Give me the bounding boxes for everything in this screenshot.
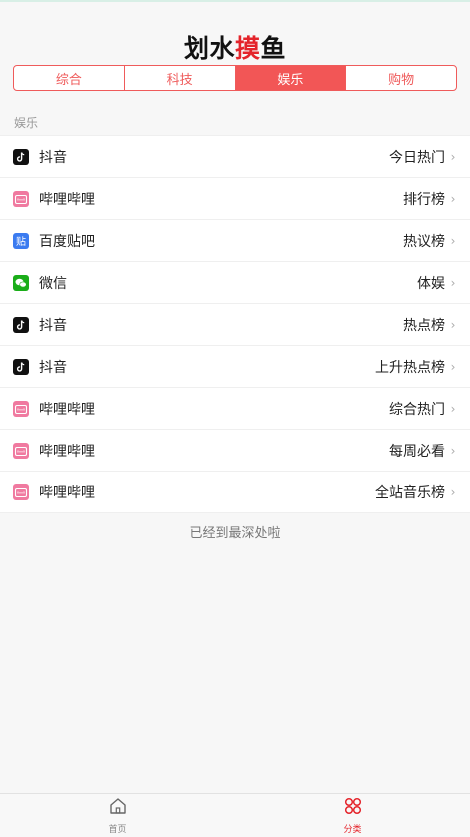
tab-shopping[interactable]: 购物 <box>346 66 456 90</box>
title-part: 划水 <box>183 34 235 63</box>
tabbar-category-label: 分类 <box>343 825 362 835</box>
wechat-icon <box>13 274 29 291</box>
ranking-list: 抖音 今日热门 › 哔哩哔哩 排行榜 › 贴百度贴吧 热议榜 › 微信 体娱 › 抖音 热点榜 › 抖音 上升热… <box>0 135 470 513</box>
home-icon <box>108 796 128 820</box>
douyin-icon <box>13 148 29 165</box>
chevron-right-icon: › <box>450 233 456 248</box>
chevron-right-icon: › <box>450 191 456 206</box>
bilibili-icon <box>13 484 29 500</box>
list-item[interactable]: 贴百度贴吧 热议榜 › <box>0 219 470 261</box>
category-icon <box>343 796 363 820</box>
end-of-list-note: 已经到最深处啦 <box>189 526 281 541</box>
list-item-board: 上升热点榜 <box>375 359 445 376</box>
chevron-right-icon: › <box>450 359 456 374</box>
title-part: 鱼 <box>260 34 287 63</box>
tieba-icon: 贴 <box>13 232 29 249</box>
title-highlight: 摸 <box>234 34 261 63</box>
section-label: 娱乐 <box>14 116 39 130</box>
list-item[interactable]: 哔哩哔哩 综合热门 › <box>0 387 470 429</box>
list-item-app: 微信 <box>39 275 67 292</box>
tab-entertainment[interactable]: 娱乐 <box>235 66 347 90</box>
list-item-app: 哔哩哔哩 <box>39 191 95 208</box>
list-item-board: 体娱 <box>417 275 445 292</box>
list-item-board: 热议榜 <box>403 233 445 250</box>
list-item-app: 哔哩哔哩 <box>39 401 95 418</box>
list-item[interactable]: 哔哩哔哩 全站音乐榜 › <box>0 471 470 513</box>
svg-text:贴: 贴 <box>16 235 26 248</box>
app-title: 划水摸鱼 <box>184 34 286 64</box>
list-item[interactable]: 哔哩哔哩 每周必看 › <box>0 429 470 471</box>
douyin-icon <box>13 316 29 333</box>
category-tabs: 综合 科技 娱乐 购物 <box>13 65 457 91</box>
chevron-right-icon: › <box>450 485 456 499</box>
chevron-right-icon: › <box>450 401 456 416</box>
list-item-board: 热点榜 <box>403 317 445 334</box>
list-item-board: 排行榜 <box>403 191 445 208</box>
list-item-app: 百度贴吧 <box>39 233 95 250</box>
list-item-app: 哔哩哔哩 <box>39 485 95 501</box>
bottom-tab-bar: 首页 分类 <box>0 793 470 837</box>
list-item[interactable]: 抖音 热点榜 › <box>0 303 470 345</box>
tabbar-home[interactable]: 首页 <box>0 794 235 837</box>
chevron-right-icon: › <box>450 317 456 332</box>
bilibili-icon <box>13 442 29 459</box>
chevron-right-icon: › <box>450 443 456 458</box>
tabbar-category[interactable]: 分类 <box>235 794 470 837</box>
list-item-board: 每周必看 <box>389 443 445 460</box>
list-item-app: 抖音 <box>39 149 67 166</box>
app-header: 划水摸鱼 <box>0 0 470 64</box>
list-item[interactable]: 微信 体娱 › <box>0 261 470 303</box>
list-item-app: 抖音 <box>39 317 67 334</box>
tab-general[interactable]: 综合 <box>14 66 125 90</box>
tab-tech[interactable]: 科技 <box>125 66 236 90</box>
chevron-right-icon: › <box>450 149 456 164</box>
list-item-app: 抖音 <box>39 359 67 376</box>
list-item-app: 哔哩哔哩 <box>39 443 95 460</box>
list-item[interactable]: 哔哩哔哩 排行榜 › <box>0 177 470 219</box>
list-item-board: 今日热门 <box>389 149 445 166</box>
list-item[interactable]: 抖音 上升热点榜 › <box>0 345 470 387</box>
chevron-right-icon: › <box>450 275 456 290</box>
list-item-board: 综合热门 <box>389 401 445 418</box>
douyin-icon <box>13 358 29 375</box>
bilibili-icon <box>13 400 29 417</box>
list-item[interactable]: 抖音 今日热门 › <box>0 135 470 177</box>
bilibili-icon <box>13 190 29 207</box>
list-item-board: 全站音乐榜 <box>375 485 445 501</box>
tabbar-home-label: 首页 <box>108 825 127 835</box>
